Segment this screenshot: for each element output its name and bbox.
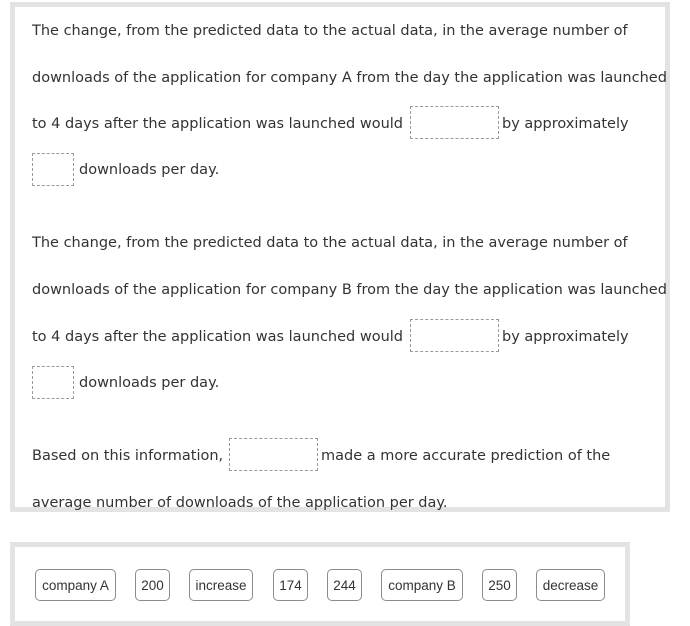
part-a-line-4-after: downloads per day.: [79, 162, 220, 178]
part-a-line-3-before: to 4 days after the application was laun…: [32, 116, 403, 132]
part-b-line-4-after: downloads per day.: [79, 375, 220, 391]
part-a-line-2: downloads of the application for company…: [32, 70, 667, 86]
answer-tile-company-a[interactable]: company A: [35, 569, 116, 601]
answer-tile-250[interactable]: 250: [482, 569, 517, 601]
answer-tile-decrease[interactable]: decrease: [536, 569, 605, 601]
conclusion-line-1-after: made a more accurate prediction of the: [321, 448, 611, 464]
answer-bank: company A 200 increase 174 244 company B…: [10, 542, 630, 626]
part-b-line-1: The change, from the predicted data to t…: [32, 235, 628, 251]
part-a-direction-drop-target[interactable]: [410, 106, 499, 139]
conclusion-line-1-before: Based on this information,: [32, 448, 224, 464]
part-a-amount-drop-target[interactable]: [32, 153, 74, 186]
answer-tile-increase[interactable]: increase: [189, 569, 253, 601]
answer-tile-200[interactable]: 200: [135, 569, 170, 601]
part-a-line-3-after: by approximately: [502, 116, 629, 132]
part-b-direction-drop-target[interactable]: [410, 319, 499, 352]
answer-tile-company-b[interactable]: company B: [381, 569, 463, 601]
part-b-amount-drop-target[interactable]: [32, 366, 74, 399]
conclusion-company-drop-target[interactable]: [229, 438, 318, 471]
answer-tile-244[interactable]: 244: [327, 569, 362, 601]
answer-tile-174[interactable]: 174: [273, 569, 308, 601]
part-a-line-1: The change, from the predicted data to t…: [32, 23, 628, 39]
part-b-line-2: downloads of the application for company…: [32, 282, 667, 298]
conclusion-line-2: average number of downloads of the appli…: [32, 495, 448, 511]
part-b-line-3-before: to 4 days after the application was laun…: [32, 329, 403, 345]
part-b-line-3-after: by approximately: [502, 329, 629, 345]
question-panel: The change, from the predicted data to t…: [10, 2, 670, 512]
